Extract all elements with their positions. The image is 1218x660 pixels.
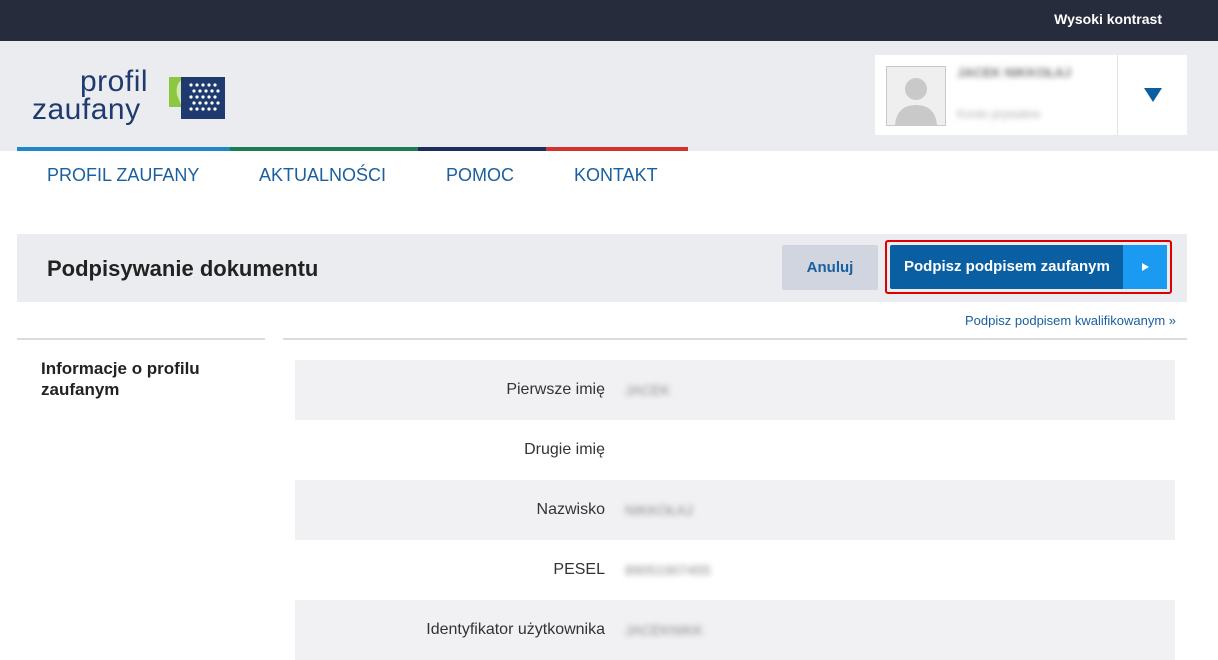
content-divider [283,338,1187,340]
sign-trusted-button[interactable]: Podpisz podpisem zaufanym [890,245,1167,289]
info-value: 89051907455 [625,562,711,578]
sidebar-divider [17,338,265,340]
user-role: Konto prywatne [957,107,1041,121]
page-title: Podpisywanie dokumentu [47,256,319,281]
user-avatar-icon [895,78,937,125]
stripe-red [546,147,688,151]
sidebar-heading: Informacje o profilu zaufanym [41,359,200,399]
logo-text-line1: profil [80,65,149,98]
play-arrow-icon [1142,263,1149,271]
nav-item-kontakt[interactable]: KONTAKT [574,165,658,186]
info-label: Pierwsze imię [506,381,605,398]
profil-zaufany-logo[interactable]: profil zaufany [32,65,232,128]
sign-trusted-button-label: Podpisz podpisem zaufanym [904,258,1110,275]
logo-text-line2: zaufany [32,93,141,126]
chevron-down-icon [1144,88,1162,102]
user-panel: JACEK NIKKOŁAJ Konto prywatne [875,55,1187,135]
high-contrast-link[interactable]: Wysoki kontrast [1054,11,1162,27]
info-label: Nazwisko [536,501,605,518]
stripe-green [230,147,418,151]
user-menu-toggle[interactable] [1118,55,1187,135]
info-row-first-name: Pierwsze imię JACEK [295,360,1175,420]
nav-item-profil-zaufany[interactable]: PROFIL ZAUFANY [47,165,199,186]
info-label: Identyfikator użytkownika [426,621,605,638]
info-label: Drugie imię [524,441,605,458]
stripe-navy [418,147,546,151]
logo-emblem-icon [169,77,225,119]
nav-item-pomoc[interactable]: POMOC [446,165,514,186]
nav-item-aktualnosci[interactable]: AKTUALNOŚCI [259,165,386,186]
stripe-blue [17,147,230,151]
sign-qualified-link[interactable]: Podpisz podpisem kwalifikowanym » [965,313,1176,328]
top-bar: Wysoki kontrast [0,0,1218,41]
profile-info-table: Pierwsze imię JACEK Drugie imię Nazwisko… [295,360,1175,660]
info-label: PESEL [553,561,605,578]
info-value: NIKKOŁAJ [625,502,693,518]
info-row-second-name: Drugie imię [295,420,1175,480]
cancel-button[interactable]: Anuluj [782,245,878,290]
site-header: profil zaufany JACEK NIKKOŁAJ Konto pryw… [0,41,1218,151]
info-value: JACEK [625,382,671,398]
sign-button-highlight: Podpisz podpisem zaufanym [885,240,1172,294]
info-row-user-id: Identyfikator użytkownika JACEKNIKK [295,600,1175,660]
avatar [886,66,946,126]
info-value: JACEKNIKK [625,622,703,638]
sign-button-arrow [1123,245,1167,289]
info-row-pesel: PESEL 89051907455 [295,540,1175,600]
page-title-bar: Podpisywanie dokumentu Anuluj Podpisz po… [17,234,1187,302]
user-name: JACEK NIKKOŁAJ [957,65,1072,80]
info-row-surname: Nazwisko NIKKOŁAJ [295,480,1175,540]
nav-color-stripes [17,147,688,151]
